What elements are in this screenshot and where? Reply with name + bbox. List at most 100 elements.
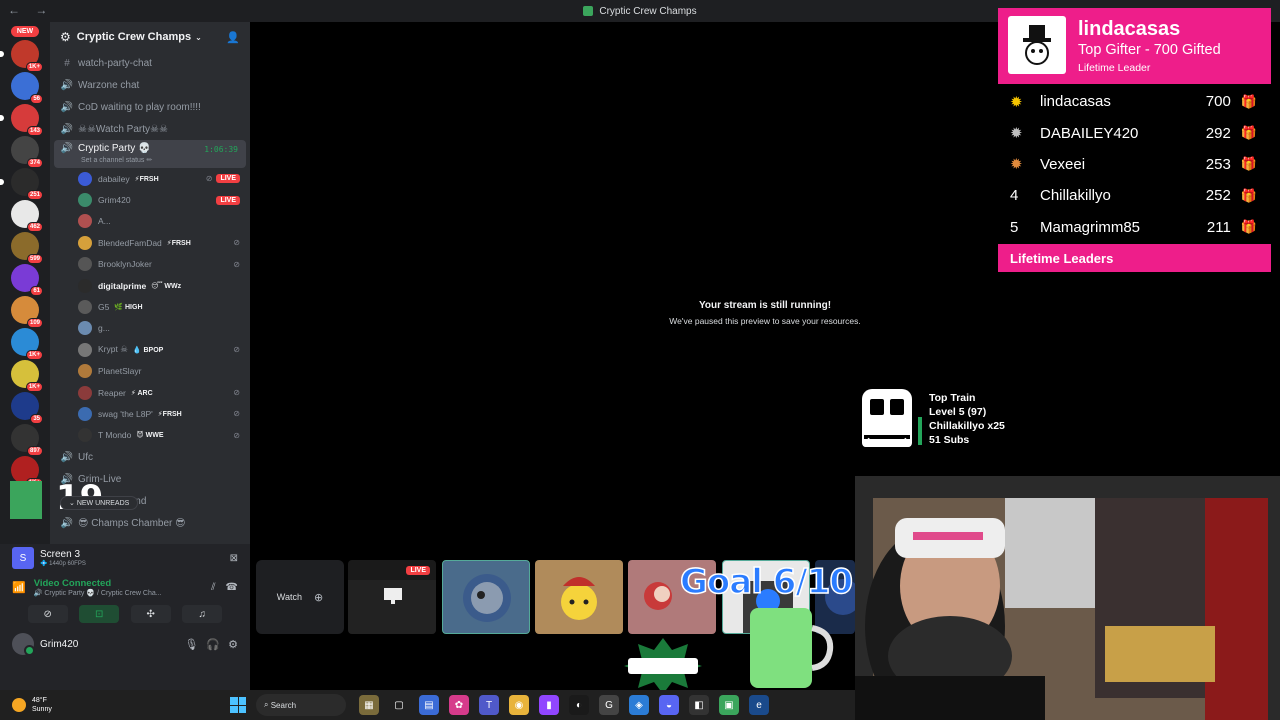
leader-name: lindacasas bbox=[1040, 93, 1111, 111]
avatar bbox=[78, 171, 92, 186]
rank-number: 4 bbox=[1010, 187, 1019, 205]
guild-name: Cryptic Crew Champs bbox=[76, 31, 192, 43]
unread-pip bbox=[0, 51, 4, 57]
server-icon-k[interactable] bbox=[10, 481, 42, 519]
discord-icon[interactable]: ◒ bbox=[659, 695, 679, 715]
headphones-icon[interactable]: 🎧 bbox=[206, 638, 220, 651]
watch-button[interactable]: Watch bbox=[277, 592, 302, 602]
channel-status[interactable]: Set a channel status ✏ bbox=[81, 156, 152, 164]
noise-suppression-icon[interactable]: ⫽ bbox=[211, 582, 215, 593]
channel-item[interactable]: 🔊 Warzone chat bbox=[50, 74, 250, 96]
server-icon[interactable]: 109 bbox=[11, 296, 43, 328]
edge-icon[interactable]: e bbox=[749, 695, 769, 715]
server-icon[interactable]: 56 bbox=[11, 72, 43, 104]
voice-user[interactable]: digitalprime 😴 WWz bbox=[50, 275, 250, 296]
voice-user[interactable]: g... bbox=[50, 318, 250, 339]
active-voice-channel[interactable]: 🔊 Cryptic Party 💀 Set a channel status ✏… bbox=[54, 140, 246, 168]
channel-item[interactable]: 🔊 ☠☠Watch Party☠☠ bbox=[50, 118, 250, 140]
signal-icon[interactable]: 📶 bbox=[12, 581, 26, 594]
server-icon[interactable]: 1K+ bbox=[11, 328, 43, 360]
voice-user[interactable]: dabailey ⚡FRSH ⊘ LIVE bbox=[50, 168, 250, 189]
app-icon-g[interactable]: G bbox=[599, 695, 619, 715]
obs-icon[interactable]: ◐ bbox=[569, 695, 589, 715]
guild-header[interactable]: ⚙ Cryptic Crew Champs ⌄ 👤 bbox=[50, 22, 250, 52]
mention-badge: 109 bbox=[26, 318, 43, 328]
files-icon[interactable]: ▤ bbox=[419, 695, 439, 715]
voice-user-name: A... bbox=[98, 216, 111, 227]
popout-icon[interactable]: ⊕ bbox=[314, 591, 323, 604]
task-view-icon[interactable]: ▢ bbox=[389, 695, 409, 715]
watch-tile[interactable]: Watch ⊕ bbox=[256, 560, 344, 634]
server-icon[interactable]: 374 bbox=[11, 136, 43, 168]
server-icon[interactable]: 143 bbox=[0, 104, 43, 136]
voice-user[interactable]: A... bbox=[50, 211, 250, 232]
participant-tile[interactable] bbox=[535, 560, 623, 634]
top-gifter-banner: lindacasas Top Gifter - 700 Gifted Lifet… bbox=[998, 8, 1271, 84]
server-icon[interactable]: 1K+ bbox=[11, 360, 43, 392]
microphone-icon[interactable]: 🎙 bbox=[184, 638, 198, 651]
voice-user[interactable]: PlanetSlayr bbox=[50, 361, 250, 382]
app-icon-dark[interactable]: ◧ bbox=[689, 695, 709, 715]
voice-status[interactable]: Video Connected bbox=[34, 578, 162, 589]
stop-share-icon[interactable]: ⊠ bbox=[230, 553, 238, 564]
stream-thumbnail[interactable]: LIVE bbox=[348, 560, 436, 634]
leader-value: 700 bbox=[1205, 93, 1231, 111]
app-icon-blue[interactable]: ◈ bbox=[629, 695, 649, 715]
add-user-icon[interactable]: 👤 bbox=[226, 31, 240, 44]
server-icon[interactable]: 35 bbox=[11, 392, 43, 424]
new-pill[interactable]: NEW bbox=[11, 26, 39, 37]
server-icon[interactable]: 251 bbox=[0, 168, 43, 200]
teams-icon[interactable]: T bbox=[479, 695, 499, 715]
server-icon[interactable]: 599 bbox=[11, 232, 43, 264]
server-icon[interactable]: 462 bbox=[11, 200, 43, 232]
windows-start-icon[interactable] bbox=[230, 697, 246, 713]
chrome-icon[interactable]: ◉ bbox=[509, 695, 529, 715]
leader-name: DABAILEY420 bbox=[1040, 124, 1139, 142]
channel-item[interactable]: # watch-party-chat bbox=[50, 52, 250, 74]
channel-item[interactable]: 🔊 Ufc bbox=[50, 446, 250, 468]
widgets-icon[interactable]: ▦ bbox=[359, 695, 379, 715]
voice-user[interactable]: BrooklynJoker ⊘ bbox=[50, 254, 250, 275]
soundboard-button[interactable]: ♫ bbox=[182, 605, 223, 623]
app-icon-green[interactable]: ▣ bbox=[719, 695, 739, 715]
activities-button[interactable]: ✣ bbox=[130, 605, 171, 623]
voice-user[interactable]: Grim420 LIVE bbox=[50, 189, 250, 210]
new-unreads-pill[interactable]: ⌄ NEW UNREADS bbox=[60, 496, 139, 510]
copilot-icon[interactable]: ✿ bbox=[449, 695, 469, 715]
user-tag: ⚡FRSH bbox=[157, 410, 182, 418]
user-tag: ⚡ ARC bbox=[130, 389, 153, 397]
user-tag: ⚡FRSH bbox=[134, 175, 159, 183]
twitch-icon[interactable]: ▮ bbox=[539, 695, 559, 715]
server-icon[interactable]: 897 bbox=[11, 424, 43, 456]
server-icon[interactable]: 1K+ bbox=[11, 456, 43, 488]
voice-user-list: dabailey ⚡FRSH ⊘ LIVE Grim420 LIVE A... Blended… bbox=[50, 168, 250, 446]
top-hat-art bbox=[1023, 25, 1051, 65]
screen-share-row[interactable]: S Screen 3 💠 1440p 60FPS ⊠ bbox=[0, 544, 250, 572]
participant-tile[interactable] bbox=[442, 560, 530, 634]
voice-channel-path[interactable]: 🔊 Cryptic Party 💀 / Cryptic Crew Cha... bbox=[34, 589, 162, 597]
screen-share-button[interactable]: ⊡ bbox=[79, 605, 120, 623]
weather-widget[interactable]: 48°F Sunny bbox=[0, 696, 230, 714]
username[interactable]: Grim420 bbox=[40, 639, 78, 650]
user-panel: Grim420 🎙 🎧 ⚙ bbox=[0, 629, 250, 659]
voice-user[interactable]: T Mondo 😈 WWE ⊘ bbox=[50, 425, 250, 446]
channel-item[interactable]: 🔊 CoD waiting to play room!!!! bbox=[50, 96, 250, 118]
gear-icon[interactable]: ⚙ bbox=[228, 638, 238, 651]
avatar[interactable] bbox=[12, 633, 35, 656]
voice-user[interactable]: Reaper ⚡ ARC ⊘ bbox=[50, 382, 250, 403]
voice-user[interactable]: G5🌿 HIGH■ bbox=[50, 296, 250, 317]
medal-icon: ✹ bbox=[1010, 156, 1023, 174]
voice-user[interactable]: swag 'the L8P' ⚡FRSH ⊘ bbox=[50, 403, 250, 424]
server-icon[interactable]: 1K+ bbox=[0, 40, 43, 72]
disconnect-icon[interactable]: ☎ bbox=[226, 582, 238, 593]
voice-user[interactable]: BlendedFamDad ⚡FRSH ⊘ bbox=[50, 232, 250, 253]
guild-icon: ⚙ bbox=[60, 30, 71, 44]
nav-arrows[interactable]: ← → bbox=[8, 3, 53, 17]
voice-user[interactable]: Krypt ☠ 💧 BPOP ⊘ bbox=[50, 339, 250, 360]
camera-toggle-button[interactable]: ⊘ bbox=[27, 605, 68, 623]
search-icon: ⌕ bbox=[264, 700, 269, 709]
weather-cond: Sunny bbox=[32, 706, 52, 713]
server-icon[interactable]: 61 bbox=[11, 264, 43, 296]
unread-pip bbox=[0, 179, 4, 185]
taskbar-search[interactable]: ⌕ Search bbox=[256, 694, 346, 716]
